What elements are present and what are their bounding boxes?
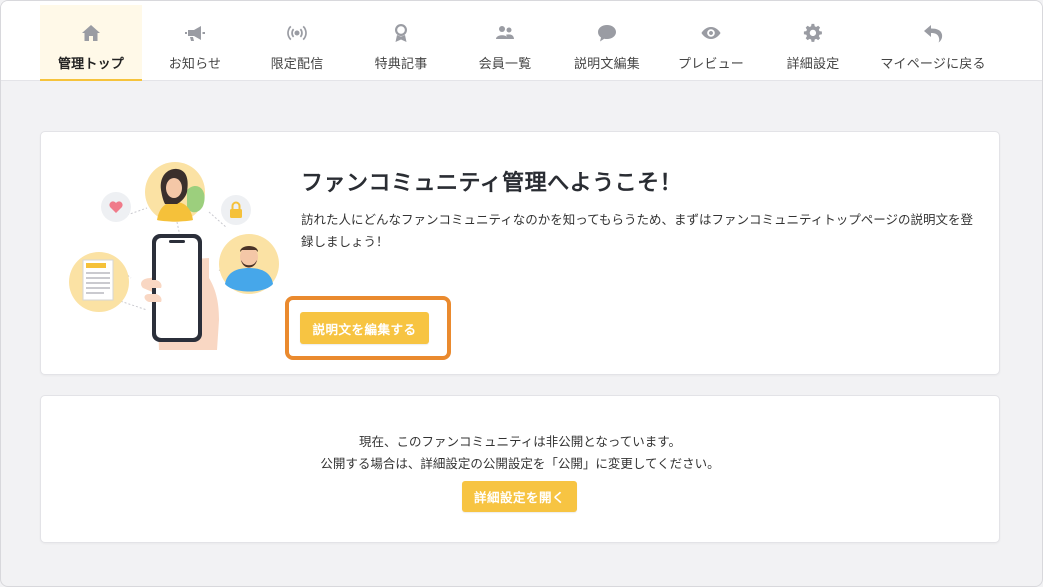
nav-item-label: プレビュー: [677, 57, 744, 72]
status-message-line: 現在、このファンコミュニティは非公開となっています。: [358, 434, 681, 449]
nav-item-label: 会員一覧: [478, 57, 532, 72]
nav-item-admin-top[interactable]: 管理トップ: [40, 5, 142, 81]
award-icon: [390, 22, 412, 44]
nav-item-description-edit[interactable]: 説明文編集: [561, 5, 653, 79]
nav-item-label: 説明文編集: [573, 57, 640, 72]
nav-item-label: 管理トップ: [57, 57, 124, 72]
nav-item-limited-broadcast[interactable]: 限定配信: [251, 5, 343, 79]
welcome-description: 訪れた人にどんなファンコミュニティなのかを知ってもらうため、まずはファンコミュニ…: [301, 212, 974, 249]
active-tab-indicator: [40, 79, 142, 81]
nav-item-label: 限定配信: [270, 57, 324, 72]
nav-item-bonus-articles[interactable]: 特典記事: [355, 5, 447, 79]
nav-item-news[interactable]: お知らせ: [149, 5, 241, 79]
edit-description-button[interactable]: 説明文を編集する: [300, 312, 429, 344]
welcome-illustration: [69, 160, 284, 350]
open-detailed-settings-button[interactable]: 詳細設定を開く: [462, 481, 577, 512]
welcome-card: ファンコミュニティ管理へようこそ！ 訪れた人にどんなファンコミュニティなのかを知…: [40, 131, 1000, 375]
nav-item-label: マイページに戻る: [880, 57, 986, 72]
gear-icon: [802, 22, 824, 44]
welcome-title: ファンコミュニティ管理へようこそ！: [301, 171, 683, 196]
nav-item-detailed-settings[interactable]: 詳細設定: [767, 5, 859, 79]
visibility-status-card: 現在、このファンコミュニティは非公開となっています。 公開する場合は、詳細設定の…: [40, 395, 1000, 543]
back-arrow-icon: [922, 22, 944, 44]
nav-item-preview[interactable]: プレビュー: [665, 5, 757, 79]
nav-item-back-to-mypage[interactable]: マイページに戻る: [869, 5, 997, 79]
speech-bubble-icon: [596, 22, 618, 44]
nav-item-label: 詳細設定: [786, 57, 840, 72]
broadcast-icon: [286, 22, 308, 44]
nav-item-label: 特典記事: [374, 57, 428, 72]
app-frame: 管理トップ お知らせ 限定配信 特典記事 会員一覧 説明文編集 プレビュー 詳細…: [0, 0, 1043, 587]
megaphone-icon: [184, 22, 206, 44]
nav-item-label: お知らせ: [168, 57, 222, 72]
eye-icon: [700, 22, 722, 44]
nav-item-member-list[interactable]: 会員一覧: [459, 5, 551, 79]
users-icon: [494, 22, 516, 44]
home-icon: [80, 22, 102, 44]
top-nav: 管理トップ お知らせ 限定配信 特典記事 会員一覧 説明文編集 プレビュー 詳細…: [1, 1, 1042, 81]
status-instruction-line: 公開する場合は、詳細設定の公開設定を「公開」に変更してください。: [320, 456, 720, 471]
